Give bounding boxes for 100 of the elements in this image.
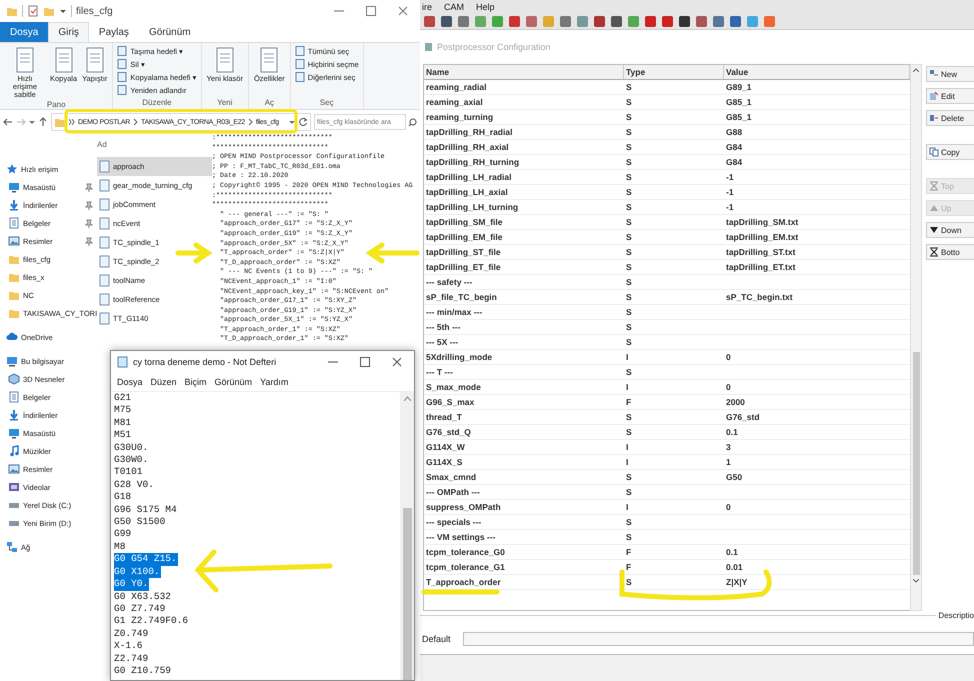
back-arrow-icon[interactable]	[3, 117, 13, 127]
menu-item[interactable]: Help	[476, 2, 495, 12]
document-icon	[117, 46, 128, 56]
folder-icon	[8, 253, 20, 265]
maximize-icon[interactable]	[360, 357, 370, 367]
file-icon	[99, 255, 110, 268]
table-cell-text: S	[625, 337, 633, 347]
menu-item[interactable]: Yardım	[260, 377, 288, 387]
ribbon-tab[interactable]: Giriş	[48, 22, 89, 42]
file-menu-tab[interactable]: Dosya	[0, 22, 48, 42]
search-icon[interactable]	[408, 118, 417, 126]
table-cell-text: S	[625, 127, 633, 137]
table-cell-text: S	[625, 322, 633, 332]
cube-icon	[8, 373, 20, 385]
default-field[interactable]	[462, 632, 974, 646]
document-icon	[52, 47, 75, 73]
delete-button[interactable]: Delete	[926, 110, 974, 126]
table-cell-text: 3	[725, 442, 732, 452]
table-cell-text: G50	[725, 472, 744, 482]
column-header[interactable]: Name	[424, 65, 624, 79]
chevron-icon[interactable]	[248, 117, 253, 127]
file-icon	[99, 293, 110, 306]
download-arrow-icon	[8, 409, 20, 421]
ribbon-tab[interactable]: Görünüm	[138, 22, 201, 42]
refresh-icon[interactable]	[298, 117, 308, 127]
table-cell-text: I	[625, 442, 630, 452]
text-area[interactable]: G21 M75 M81 M51 G30U0. G30W0. T0101 G28 V0. G18 G96 S175 M4 G50 S1500 G99 M8 G0 G54 Z15. G0 X100. G0 Y0. G0 X63.532 G0 Z7.749 G1 Z2.749F0.6 Z0.749 X-1.6 Z2.749 G0 Z10.759	[111, 392, 400, 680]
toolbar-icon[interactable]	[679, 16, 690, 26]
properties-icon[interactable]	[27, 5, 39, 17]
table-cell-text: S	[625, 367, 633, 377]
table-cell-text: T_approach_order	[425, 577, 502, 587]
table-cell-text: -1	[725, 187, 735, 197]
table-cell-text: Z|X|Y	[725, 577, 748, 587]
table-cell-text: S	[625, 112, 633, 122]
document-icon	[117, 85, 128, 95]
toolbar-icon[interactable]	[611, 16, 622, 26]
table-cell-text: I	[625, 502, 630, 512]
code-line: M51	[114, 429, 132, 442]
table-cell-text: tapDrilling_RH_turning	[425, 157, 520, 167]
menu-item[interactable]: Dosya	[117, 377, 143, 387]
table-cell-text: suppress_OMPath	[425, 502, 502, 512]
table-cell-text: I	[625, 352, 630, 362]
table-cell-text: S	[625, 472, 633, 482]
table-cell-text: F	[625, 562, 632, 572]
table-cell-text: --- safety ---	[425, 277, 474, 287]
pin-icon[interactable]	[85, 200, 93, 210]
chevron-double-icon[interactable]	[69, 117, 75, 127]
edit-button[interactable]: Edit	[926, 88, 974, 104]
table-cell-text: 5Xdrilling_mode	[425, 352, 494, 362]
up-arrow-icon[interactable]	[38, 117, 48, 127]
toolbar-icon[interactable]	[594, 16, 605, 26]
toolbar-icon[interactable]	[730, 16, 741, 26]
menu-item[interactable]: Biçim	[184, 377, 207, 387]
document-icon	[258, 47, 280, 73]
file-icon	[99, 236, 110, 249]
toolbar-icon[interactable]	[662, 16, 673, 26]
window-title: files_cfg	[76, 6, 113, 16]
column-header[interactable]: Type	[624, 65, 724, 79]
table-cell-text: tapDrilling_ST.txt	[725, 247, 796, 257]
table-cell-text: --- 5X ---	[425, 337, 460, 347]
down-button[interactable]: Down	[926, 222, 974, 238]
scroll-up-icon[interactable]	[913, 68, 919, 72]
maximize-icon[interactable]	[366, 6, 376, 16]
chevron-icon[interactable]	[133, 117, 138, 127]
table-cell-text: 0	[725, 382, 732, 392]
move-top-icon	[929, 181, 939, 191]
table-cell-text: G76_std_Q	[425, 427, 472, 437]
close-icon[interactable]	[398, 6, 408, 16]
table-cell-text: 2000	[725, 397, 746, 407]
code-line: G30W0.	[114, 454, 150, 466]
new-button[interactable]: New	[926, 66, 974, 82]
file-icon	[99, 198, 110, 211]
pin-icon[interactable]	[85, 218, 93, 228]
scroll-down-icon[interactable]	[913, 579, 919, 583]
bottom-button[interactable]: Botto	[926, 244, 974, 260]
menu-item[interactable]: CAM	[444, 2, 464, 12]
column-header[interactable]: Ad	[97, 138, 212, 157]
toolbar-icon[interactable]	[645, 16, 656, 26]
down-triangle-icon	[929, 225, 939, 235]
pin-icon[interactable]	[85, 182, 93, 192]
menu-item[interactable]: ire	[422, 2, 432, 12]
ribbon-tab[interactable]: Paylaş	[88, 22, 139, 42]
toolbar-icon[interactable]	[441, 16, 452, 26]
ribbon-group-label: Aç	[264, 98, 276, 109]
scrollbar-thumb[interactable]	[402, 508, 412, 680]
copy-button[interactable]: Copy	[926, 144, 974, 160]
table-cell-text: S	[625, 412, 633, 422]
menu-item[interactable]: Görünüm	[214, 377, 252, 387]
table-cell-text: tapDrilling_LH_axial	[425, 187, 509, 197]
scrollbar-thumb[interactable]	[912, 352, 920, 575]
code-line: M8	[114, 540, 126, 554]
pin-icon[interactable]	[85, 236, 93, 246]
table-cell-text: G88	[725, 127, 744, 137]
move-bottom-icon	[929, 247, 939, 257]
table-cell-text: S	[625, 277, 633, 287]
menu-item[interactable]: Düzen	[150, 377, 177, 387]
close-icon[interactable]	[392, 357, 402, 367]
table-cell-text: tcpm_tolerance_G1	[425, 562, 506, 572]
scroll-up-icon[interactable]	[404, 396, 410, 401]
table-cell-text: S	[625, 232, 633, 242]
